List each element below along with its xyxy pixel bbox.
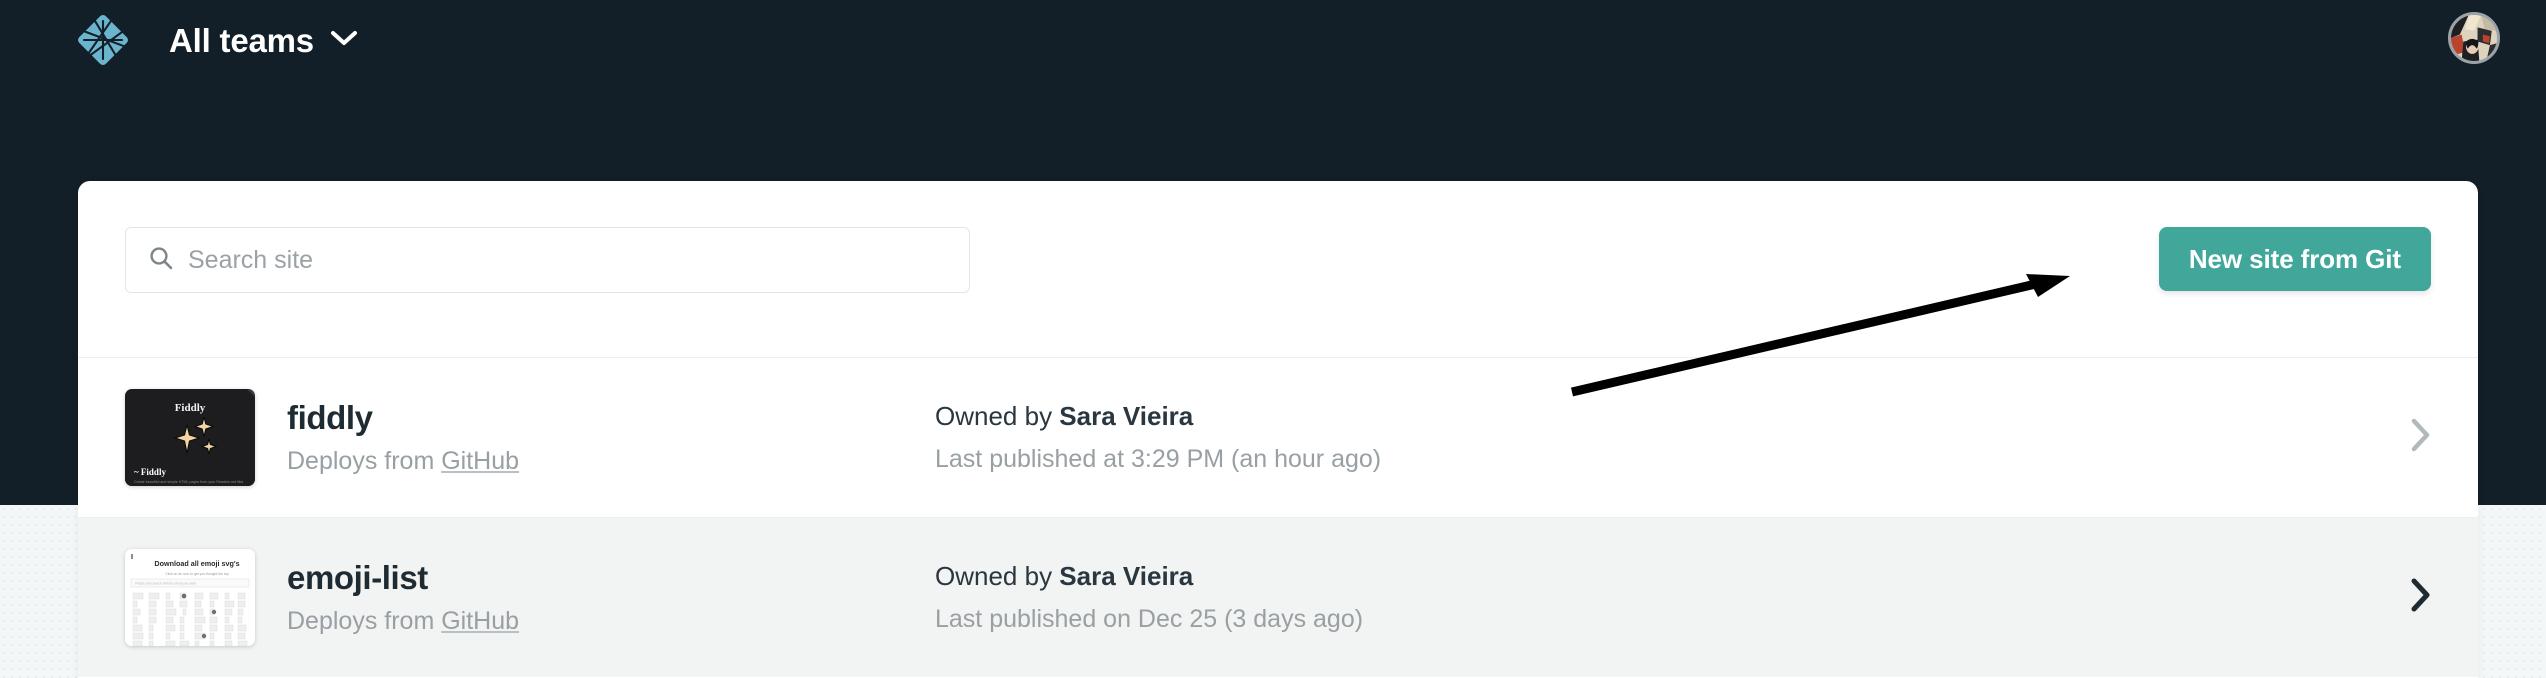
site-deploy-source: Deploys from GitHub xyxy=(287,446,847,476)
owner-name: Sara Vieira xyxy=(1059,401,1194,432)
chevron-down-icon[interactable] xyxy=(330,29,358,52)
site-thumbnail-emoji-list: Download all emoji svg's Click on an ico… xyxy=(125,549,255,646)
svg-text:Please only search with the em: Please only search with the emoji you wa… xyxy=(135,582,196,586)
card-toolbar: New site from Git xyxy=(78,181,2478,357)
chevron-right-icon[interactable] xyxy=(2409,578,2431,617)
site-name: emoji-list xyxy=(287,559,428,597)
owner-name: Sara Vieira xyxy=(1059,561,1194,592)
svg-text:Click on an icon to get you th: Click on an icon to get you thought the … xyxy=(165,572,228,576)
search-site-field[interactable] xyxy=(125,227,970,293)
site-row-fiddly[interactable]: Fiddly ~ Fiddly Create beautiful and sim… xyxy=(78,357,2478,517)
new-site-from-git-button[interactable]: New site from Git xyxy=(2158,227,2431,291)
svg-text:Create beautiful and simple HT: Create beautiful and simple HTML pages f… xyxy=(134,480,244,484)
search-icon xyxy=(148,245,174,276)
owner-label: Owned by Sara Vieira xyxy=(935,401,2409,432)
owner-label: Owned by Sara Vieira xyxy=(935,561,2409,592)
page-root: All teams Search site New site from Git … xyxy=(0,0,2546,678)
site-row-emoji-list[interactable]: Download all emoji svg's Click on an ico… xyxy=(78,517,2478,677)
site-owner-block-emoji-list: Owned by Sara Vieira Last published on D… xyxy=(935,561,2409,633)
svg-text:Download all emoji svg's: Download all emoji svg's xyxy=(154,559,239,568)
site-meta-fiddly: fiddly Deploys from GitHub xyxy=(287,399,847,476)
netlify-diamond-logo-icon xyxy=(75,12,131,68)
search-input[interactable] xyxy=(188,245,947,275)
brand-team-switcher[interactable]: All teams xyxy=(75,12,358,68)
deploy-source-link[interactable]: GitHub xyxy=(441,607,519,635)
team-name-label: All teams xyxy=(169,21,314,59)
svg-text:Fiddly: Fiddly xyxy=(175,402,206,414)
site-deploy-source: Deploys from GitHub xyxy=(287,606,847,636)
sites-card: New site from Git Fiddly ~ Fiddly Create… xyxy=(78,181,2478,678)
avatar[interactable] xyxy=(2448,12,2500,64)
owner-prefix-label: Owned by xyxy=(935,561,1060,592)
site-meta-emoji-list: emoji-list Deploys from GitHub xyxy=(287,559,847,636)
last-published-label: Last published at 3:29 PM (an hour ago) xyxy=(935,444,1382,473)
deploy-source-link[interactable]: GitHub xyxy=(441,447,519,475)
site-thumbnail-fiddly: Fiddly ~ Fiddly Create beautiful and sim… xyxy=(125,389,255,486)
deploy-prefix-label: Deploys from xyxy=(287,606,442,635)
svg-text:~ Fiddly: ~ Fiddly xyxy=(134,467,166,477)
chevron-right-icon[interactable] xyxy=(2409,418,2431,457)
owner-prefix-label: Owned by xyxy=(935,401,1060,432)
deploy-prefix-label: Deploys from xyxy=(287,446,442,475)
last-published-label: Last published on Dec 25 (3 days ago) xyxy=(935,604,1364,633)
site-owner-block-fiddly: Owned by Sara Vieira Last published at 3… xyxy=(935,401,2409,473)
site-name: fiddly xyxy=(287,399,373,437)
